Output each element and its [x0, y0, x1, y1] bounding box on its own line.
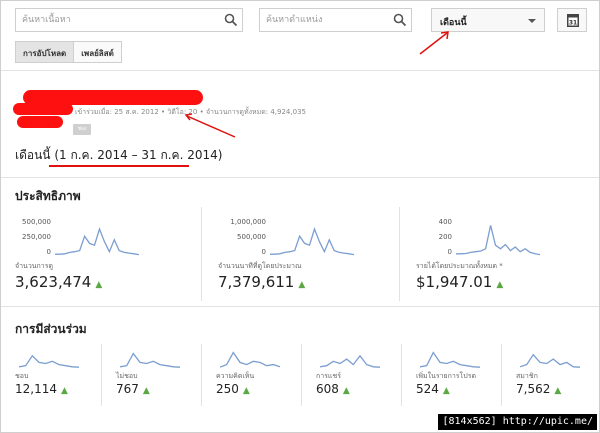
engagement-section: การมีส่วนร่วม ชอบ 12,114 ▲ ไม่ชอบ 767 ▲ ความคิ…: [1, 308, 599, 412]
calendar-icon: 31: [567, 14, 579, 27]
axis-ticks: 400 200 0: [416, 215, 452, 260]
metric-label: ความคิดเห็น: [216, 372, 255, 380]
engagement-metric[interactable]: การแชร์ 608 ▲: [301, 344, 401, 406]
trend-up-icon: ▲: [142, 386, 150, 396]
sparkline: [19, 354, 79, 368]
tab-playlists[interactable]: เพลย์ลิสต์: [73, 41, 122, 63]
analytics-page: เดือนนี้ 31 การอัปโหลด เพลย์ลิสต์ เข้าร่…: [0, 0, 600, 433]
sparkline: [420, 351, 480, 368]
period-dropdown-value: เดือนนี้: [440, 18, 467, 28]
metric-value: 3,623,474 ▲: [15, 273, 103, 291]
sparkline: [55, 227, 139, 256]
metric-value: 250 ▲: [216, 382, 250, 396]
redacted-avatar: [17, 116, 63, 128]
search-icon[interactable]: [224, 13, 238, 27]
sparkline: [456, 225, 540, 256]
metric-label: การแชร์: [316, 372, 341, 380]
engagement-metric[interactable]: สมาชิก 7,562 ▲: [501, 344, 589, 406]
metric-label: จำนวนนาทีที่ดูโดยประมาณ: [218, 262, 302, 270]
performance-metric[interactable]: 1,000,000 500,000 0 จำนวนนาทีที่ดูโดยประมาณ…: [201, 207, 397, 301]
engagement-sparkline: [19, 354, 79, 368]
tick-label: 400: [438, 218, 452, 226]
channel-badge: ช่อง: [73, 124, 91, 135]
metric-label: สมาชิก: [516, 372, 538, 380]
axis-ticks: 1,000,000 500,000 0: [218, 215, 266, 260]
axis-ticks: 500,000 250,000 0: [15, 215, 51, 260]
video-count: วิดีโอ: 20: [167, 108, 198, 116]
trend-up-icon: ▲: [342, 386, 350, 396]
redacted-avatar: [13, 103, 73, 115]
performance-sparkline: [456, 225, 540, 256]
engagement-title: การมีส่วนร่วม: [15, 322, 87, 336]
metric-label: จำนวนการดู: [15, 262, 54, 270]
total-views: จำนวนการดูทั้งหมด: 4,924,035: [205, 108, 306, 116]
calendar-day: 31: [569, 20, 577, 27]
trend-up-icon: ▲: [554, 386, 562, 396]
performance-metric[interactable]: 400 200 0 รายได้โดยประมาณทั้งหมด * $1,947.01…: [399, 207, 585, 301]
engagement-sparkline: [420, 351, 480, 368]
location-search-box[interactable]: [259, 8, 412, 32]
metric-value: 7,562 ▲: [516, 382, 562, 396]
engagement-metric[interactable]: ความคิดเห็น 250 ▲: [201, 344, 301, 406]
period-dropdown[interactable]: เดือนนี้: [431, 8, 545, 32]
sparkline: [220, 351, 280, 368]
engagement-metric[interactable]: เพิ่มในรายการโปรด 524 ▲: [401, 344, 501, 406]
annotation-underline: [49, 165, 189, 167]
metric-value: 524 ▲: [416, 382, 450, 396]
page-title: เดือนนี้ (1 ก.ค. 2014 – 31 ก.ค. 2014): [15, 148, 223, 162]
tick-label: 1,000,000: [230, 218, 266, 226]
watermark: [814x562] http://upic.me/: [438, 414, 597, 430]
channel-header: เข้าร่วมเมื่อ: 25 ส.ค. 2012 • วิดีโอ: 20…: [1, 72, 599, 178]
trend-up-icon: ▲: [442, 386, 450, 396]
metric-label: เพิ่มในรายการโปรด: [416, 372, 477, 380]
metric-label: รายได้โดยประมาณทั้งหมด *: [416, 262, 503, 270]
tick-label: 0: [46, 248, 51, 256]
engagement-sparkline: [520, 353, 580, 368]
channel-meta: เข้าร่วมเมื่อ: 25 ส.ค. 2012 • วิดีโอ: 20…: [75, 108, 306, 116]
location-search-input[interactable]: [260, 9, 411, 31]
sparkline: [270, 227, 354, 256]
metric-value: 12,114 ▲: [15, 382, 68, 396]
metric-value: $1,947.01 ▲: [416, 273, 504, 291]
trend-up-icon: ▲: [95, 280, 103, 290]
performance-sparkline: [270, 227, 354, 256]
tab-uploads[interactable]: การอัปโหลด: [15, 41, 75, 63]
content-search-box[interactable]: [15, 8, 243, 32]
engagement-metric[interactable]: ไม่ชอบ 767 ▲: [101, 344, 201, 406]
metric-value: 608 ▲: [316, 382, 350, 396]
engagement-sparkline: [120, 352, 180, 368]
tick-label: 500,000: [22, 218, 51, 226]
content-search-input[interactable]: [16, 9, 242, 31]
performance-sparkline: [55, 227, 139, 256]
tick-label: 0: [261, 248, 266, 256]
chevron-down-icon: [528, 19, 536, 23]
tick-label: 0: [447, 248, 452, 256]
search-icon[interactable]: [393, 13, 407, 27]
joined-date: เข้าร่วมเมื่อ: 25 ส.ค. 2012: [75, 108, 159, 116]
metric-value: 767 ▲: [116, 382, 150, 396]
engagement-sparkline: [320, 354, 380, 368]
tick-label: 250,000: [22, 233, 51, 241]
sparkline: [120, 352, 180, 368]
toolbar: เดือนนี้ 31 การอัปโหลด เพลย์ลิสต์: [1, 1, 599, 71]
performance-section: ประสิทธิภาพ 500,000 250,000 0 จำนวนการดู 3,6…: [1, 179, 599, 307]
trend-up-icon: ▲: [496, 280, 504, 290]
calendar-button[interactable]: 31: [557, 8, 587, 32]
metric-value: 7,379,611 ▲: [218, 273, 306, 291]
engagement-metric[interactable]: ชอบ 12,114 ▲: [15, 344, 101, 406]
metric-label: ชอบ: [15, 372, 29, 380]
metric-label: ไม่ชอบ: [116, 372, 138, 380]
engagement-sparkline: [220, 351, 280, 368]
trend-up-icon: ▲: [298, 280, 306, 290]
trend-up-icon: ▲: [61, 386, 68, 396]
performance-metric[interactable]: 500,000 250,000 0 จำนวนการดู 3,623,474 ▲: [15, 207, 199, 301]
sparkline: [520, 353, 580, 368]
performance-title: ประสิทธิภาพ: [15, 189, 81, 203]
date-range: (1 ก.ค. 2014 – 31 ก.ค. 2014): [54, 148, 223, 162]
tick-label: 200: [438, 233, 452, 241]
sparkline: [320, 354, 380, 368]
tick-label: 500,000: [237, 233, 266, 241]
content-tabs: การอัปโหลด เพลย์ลิสต์: [15, 41, 122, 63]
trend-up-icon: ▲: [242, 386, 250, 396]
